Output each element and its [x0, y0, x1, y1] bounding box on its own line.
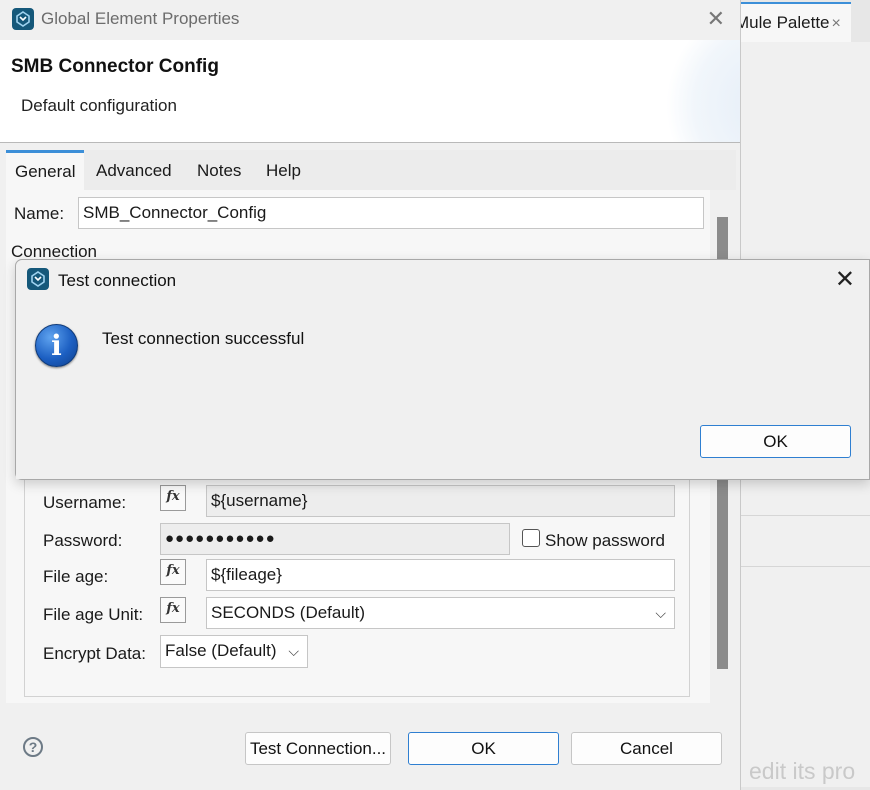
close-icon[interactable]: ×: [832, 15, 841, 32]
tab-advanced[interactable]: Advanced: [87, 150, 181, 190]
tab-general[interactable]: General: [6, 150, 84, 190]
password-input[interactable]: ●●●●●●●●●●●: [160, 523, 510, 555]
chevron-down-icon: ⌵: [288, 643, 299, 659]
encrypt-data-select[interactable]: False (Default) ⌵: [160, 635, 308, 668]
window-title: Global Element Properties: [41, 9, 240, 28]
tab-notes[interactable]: Notes: [188, 150, 250, 190]
encrypt-data-value: False (Default): [165, 641, 277, 660]
username-input[interactable]: ${username}: [206, 485, 675, 517]
name-input[interactable]: SMB_Connector_Config: [78, 197, 704, 229]
tab-bar: General Advanced Notes Help: [6, 150, 736, 190]
password-label: Password:: [43, 531, 123, 550]
dialog-header: SMB Connector Config Default configurati…: [0, 40, 740, 143]
dialog-body: i Test connection successful OK: [16, 303, 869, 479]
info-icon: i: [35, 324, 78, 367]
name-label: Name:: [14, 204, 65, 223]
chevron-down-icon: ⌵: [655, 605, 666, 621]
tab-help[interactable]: Help: [257, 150, 310, 190]
header-decoration: [660, 40, 740, 142]
divider: [741, 566, 870, 567]
dialog-message: Test connection successful: [102, 329, 305, 348]
file-age-input[interactable]: ${fileage}: [206, 559, 675, 591]
show-password-checkbox[interactable]: [522, 529, 540, 547]
help-icon[interactable]: ?: [23, 737, 43, 757]
divider: [741, 515, 870, 516]
file-age-unit-label: File age Unit:: [43, 605, 144, 624]
encrypt-data-label: Encrypt Data:: [43, 644, 146, 663]
dialog-title: Test connection: [58, 271, 177, 290]
background-text: edit its pro: [749, 758, 856, 784]
show-password-label: Show password: [545, 531, 666, 550]
ok-button[interactable]: OK: [700, 425, 851, 458]
file-age-unit-value: SECONDS (Default): [211, 603, 365, 622]
mulesoft-app-icon: [27, 268, 49, 290]
test-connection-dialog: Test connection ✕ i Test connection succ…: [15, 259, 870, 480]
title-bar: Global Element Properties ✕: [0, 0, 740, 40]
close-icon[interactable]: ✕: [707, 6, 725, 32]
page-title: SMB Connector Config: [11, 56, 219, 77]
fx-icon[interactable]: fx: [160, 485, 186, 511]
page-subtitle: Default configuration: [21, 96, 177, 115]
fx-icon[interactable]: fx: [160, 597, 186, 623]
cancel-button[interactable]: Cancel: [571, 732, 722, 765]
mulesoft-app-icon: [12, 8, 34, 30]
test-connection-button[interactable]: Test Connection...: [245, 732, 391, 765]
file-age-label: File age:: [43, 567, 109, 586]
username-label: Username:: [43, 493, 127, 512]
mule-palette-tab-label: Mule Palette: [735, 13, 830, 32]
file-age-unit-select[interactable]: SECONDS (Default) ⌵: [206, 597, 675, 629]
ok-button[interactable]: OK: [408, 732, 559, 765]
mule-palette-tab[interactable]: Mule Palette ×: [733, 2, 851, 42]
close-icon[interactable]: ✕: [835, 265, 855, 294]
fx-icon[interactable]: fx: [160, 559, 186, 585]
